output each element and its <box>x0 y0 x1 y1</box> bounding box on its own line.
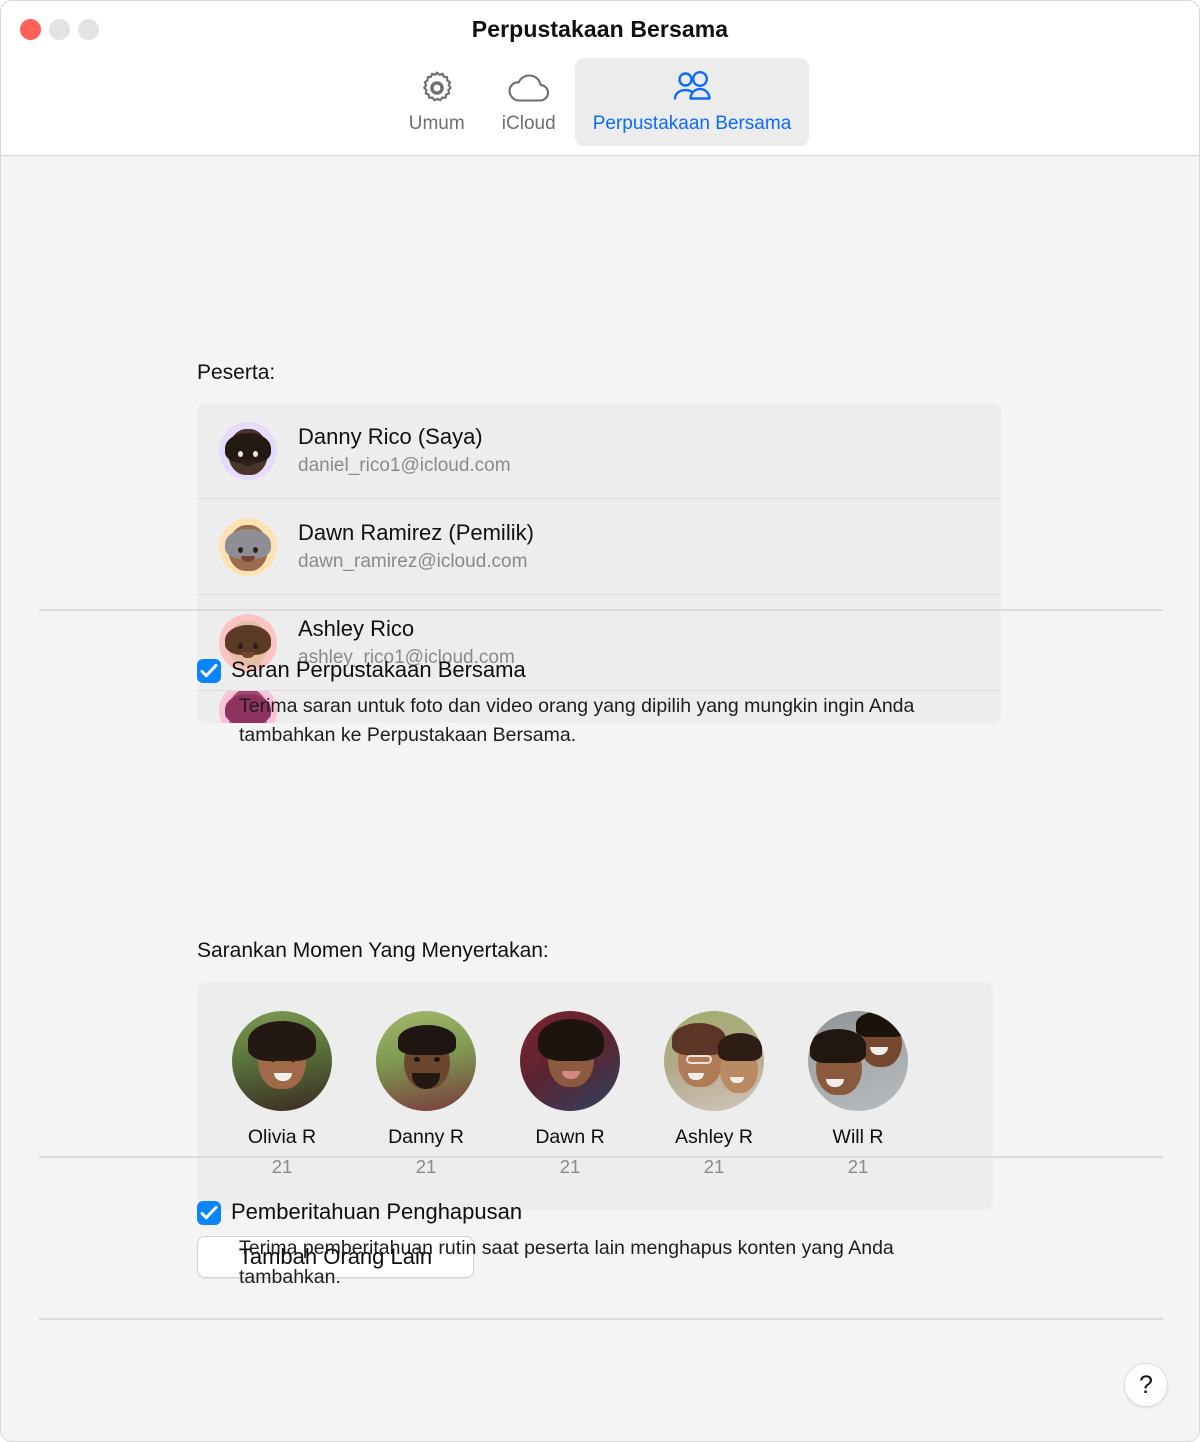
tab-icloud[interactable]: iCloud <box>483 58 575 146</box>
shared-library-suggestions-setting: Saran Perpustakaan Bersama Terima saran … <box>197 656 987 750</box>
person-photo <box>232 1011 332 1111</box>
tab-umum[interactable]: Umum <box>391 58 483 146</box>
delete-notifications-row[interactable]: Pemberitahuan Penghapusan <box>197 1198 987 1227</box>
person-count: 21 <box>271 1156 293 1177</box>
preferences-window: Perpustakaan Bersama Umum iCloud Perpust… <box>0 0 1200 1442</box>
person-name: Olivia R <box>247 1126 317 1148</box>
list-item[interactable]: Danny Rico (Saya) daniel_rico1@icloud.co… <box>197 403 1001 499</box>
person-photo <box>664 1011 764 1111</box>
participant-name: Ashley Rico <box>298 615 415 641</box>
person-photo <box>520 1011 620 1111</box>
person-count: 21 <box>847 1156 869 1177</box>
shared-library-suggestions-label: Saran Perpustakaan Bersama <box>231 657 526 682</box>
preferences-tabbar: Umum iCloud Perpustakaan Bersama <box>1 58 1199 146</box>
checkbox-checked-icon[interactable] <box>197 659 221 683</box>
participant-email: daniel_rico1@icloud.com <box>298 455 511 477</box>
divider-bottom <box>39 1318 1163 1320</box>
page-title: Perpustakaan Bersama <box>471 16 729 42</box>
person-name: Danny R <box>388 1126 464 1148</box>
tab-perpustakaan-bersama[interactable]: Perpustakaan Bersama <box>574 58 810 146</box>
person-count: 21 <box>703 1156 725 1177</box>
participant-name: Dawn Ramirez (Pemilik) <box>298 519 534 545</box>
delete-notifications-label: Pemberitahuan Penghapusan <box>231 1199 523 1224</box>
participant-email: dawn_ramirez@icloud.com <box>298 551 528 573</box>
shared-library-suggestions-row[interactable]: Saran Perpustakaan Bersama <box>197 656 987 685</box>
cloud-icon <box>507 68 551 108</box>
tab-icloud-label: iCloud <box>501 113 556 134</box>
participant-info: Danny Rico (Saya) daniel_rico1@icloud.co… <box>298 423 511 478</box>
checkbox-checked-icon[interactable] <box>197 1201 221 1225</box>
avatar <box>219 517 277 576</box>
person-photo <box>808 1011 908 1111</box>
suggested-people-label: Sarankan Momen Yang Menyertakan: <box>197 939 549 962</box>
suggested-person[interactable]: Dawn R 21 <box>512 1011 628 1178</box>
people-icon <box>668 68 716 108</box>
suggested-person[interactable]: Ashley R 21 <box>656 1011 772 1178</box>
shared-library-suggestions-description: Terima saran untuk foto dan video orang … <box>239 694 915 746</box>
help-button[interactable]: ? <box>1124 1363 1168 1407</box>
person-name: Ashley R <box>674 1126 754 1148</box>
person-count: 21 <box>559 1156 581 1177</box>
window-titlebar: Perpustakaan Bersama Umum iCloud Perpust… <box>1 1 1199 156</box>
delete-notifications-setting: Pemberitahuan Penghapusan Terima pemberi… <box>197 1198 987 1292</box>
participant-name: Danny Rico (Saya) <box>298 423 483 449</box>
person-photo <box>376 1011 476 1111</box>
person-count: 21 <box>415 1156 437 1177</box>
avatar <box>219 421 277 480</box>
list-item[interactable]: Dawn Ramirez (Pemilik) dawn_ramirez@iclo… <box>197 499 1001 595</box>
divider-add-people <box>39 1156 1163 1158</box>
tab-perpustakaan-bersama-label: Perpustakaan Bersama <box>592 113 792 134</box>
person-name: Will R <box>832 1126 884 1148</box>
gear-icon <box>418 68 456 108</box>
suggested-people-strip: Olivia R 21 Danny R 21 Dawn R 21 Ashley … <box>197 982 993 1210</box>
participants-label: Peserta: <box>197 361 276 384</box>
preferences-content: Peserta: Danny Rico (Saya) daniel_rico1@… <box>1 156 1199 1441</box>
divider-participants <box>39 609 1163 611</box>
person-name: Dawn R <box>535 1126 605 1148</box>
participant-info: Dawn Ramirez (Pemilik) dawn_ramirez@iclo… <box>298 519 534 574</box>
suggested-person[interactable]: Will R 21 <box>800 1011 916 1178</box>
delete-notifications-description: Terima pemberitahuan rutin saat peserta … <box>239 1236 894 1288</box>
suggested-person[interactable]: Danny R 21 <box>368 1011 484 1178</box>
suggested-person[interactable]: Olivia R 21 <box>224 1011 340 1178</box>
tab-umum-label: Umum <box>408 113 465 134</box>
